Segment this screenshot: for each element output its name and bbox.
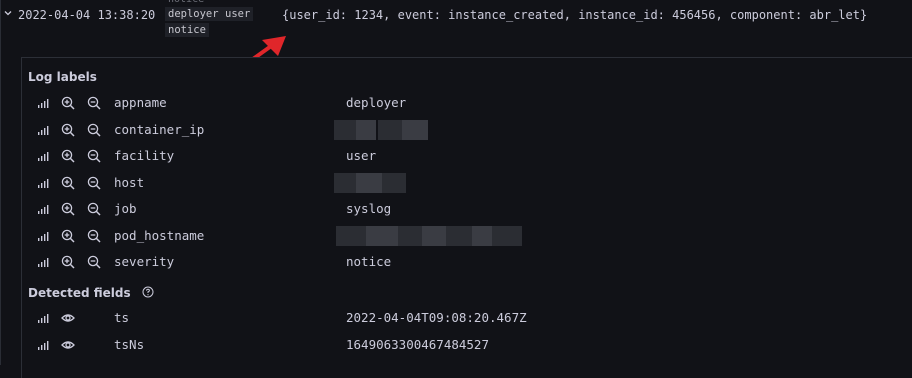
log-row[interactable]: 2022-04-04 13:38:20 deployer user notice… [0, 0, 912, 52]
redacted-value [334, 172, 356, 193]
redacted-value [366, 225, 398, 246]
redacted-value [472, 225, 492, 246]
redacted-value [492, 225, 522, 246]
log-label-name: container_ip [114, 121, 205, 137]
log-label-row-host: host [22, 170, 912, 196]
log-label-row-container-ip: container_ip [22, 117, 912, 143]
log-label-name: pod_hostname [114, 227, 205, 243]
log-label-value: notice [346, 254, 392, 269]
log-label-name: facility [114, 148, 175, 163]
redacted-value [356, 172, 382, 193]
redacted-value [446, 225, 472, 246]
question-circle-icon[interactable] [142, 286, 154, 298]
log-message: {user_id: 1234, event: instance_created,… [282, 8, 868, 22]
redacted-value [382, 172, 406, 193]
redacted-value [398, 225, 422, 246]
zoom-in-icon[interactable] [61, 229, 75, 243]
log-label-row-facility: facility user [22, 143, 912, 169]
label-chip-facility: user [222, 7, 254, 21]
zoom-out-icon[interactable] [87, 176, 101, 190]
bar-chart-icon[interactable] [36, 338, 50, 352]
bar-chart-icon[interactable] [36, 202, 50, 216]
bar-chart-icon[interactable] [36, 149, 50, 163]
zoom-in-icon[interactable] [61, 149, 75, 163]
log-label-row-severity: severity notice [22, 249, 912, 275]
chevron-down-icon[interactable] [3, 8, 13, 18]
label-chip-appname: deployer [165, 7, 222, 21]
bar-chart-icon[interactable] [36, 255, 50, 269]
log-label-name: severity [114, 254, 175, 269]
detected-field-name: ts [114, 310, 130, 325]
detected-field-value: 1649063300467484527 [346, 336, 489, 352]
bar-chart-icon[interactable] [36, 311, 50, 325]
bar-chart-icon[interactable] [36, 123, 50, 137]
log-label-value: deployer [346, 95, 407, 110]
label-chip-severity: notice [165, 23, 209, 37]
zoom-in-icon[interactable] [61, 96, 75, 110]
zoom-in-icon[interactable] [61, 123, 75, 137]
detected-field-name: tsNs [114, 336, 145, 352]
redacted-value [334, 119, 356, 140]
redacted-value [378, 119, 402, 140]
zoom-out-icon[interactable] [87, 229, 101, 243]
redacted-value [402, 119, 428, 140]
bar-chart-icon[interactable] [36, 176, 50, 190]
eye-icon[interactable] [61, 338, 75, 352]
log-details-panel: Log labels appname deployer container_ipfa… [21, 57, 912, 378]
log-label-name: appname [114, 95, 167, 110]
detected-field-row-tsns: tsNs 1649063300467484527 [22, 332, 912, 358]
eye-icon[interactable] [61, 311, 75, 325]
detected-fields-title: Detected fields [28, 286, 131, 300]
zoom-in-icon[interactable] [61, 255, 75, 269]
redacted-value [336, 225, 366, 246]
zoom-out-icon[interactable] [87, 96, 101, 110]
log-label-name: job [114, 201, 137, 216]
log-label-value: syslog [346, 201, 392, 216]
log-label-name: host [114, 174, 145, 190]
zoom-out-icon[interactable] [87, 123, 101, 137]
log-labels-title: Log labels [28, 70, 97, 84]
log-label-row-job: job syslog [22, 196, 912, 222]
log-label-row-appname: appname deployer [22, 90, 912, 116]
log-row-border [0, 0, 1, 365]
detected-field-row-ts: ts 2022-04-04T09:08:20.467Z [22, 305, 912, 331]
redacted-value [356, 119, 376, 140]
bar-chart-icon[interactable] [36, 229, 50, 243]
zoom-out-icon[interactable] [87, 149, 101, 163]
log-label-row-pod-hostname: pod_hostname [22, 223, 912, 249]
log-timestamp: 2022-04-04 13:38:20 [18, 8, 156, 22]
redacted-value [422, 225, 446, 246]
log-label-value: user [346, 148, 377, 163]
zoom-out-icon[interactable] [87, 255, 101, 269]
zoom-in-icon[interactable] [61, 202, 75, 216]
zoom-out-icon[interactable] [87, 202, 101, 216]
bar-chart-icon[interactable] [36, 96, 50, 110]
detected-field-value: 2022-04-04T09:08:20.467Z [346, 310, 527, 325]
zoom-in-icon[interactable] [61, 176, 75, 190]
